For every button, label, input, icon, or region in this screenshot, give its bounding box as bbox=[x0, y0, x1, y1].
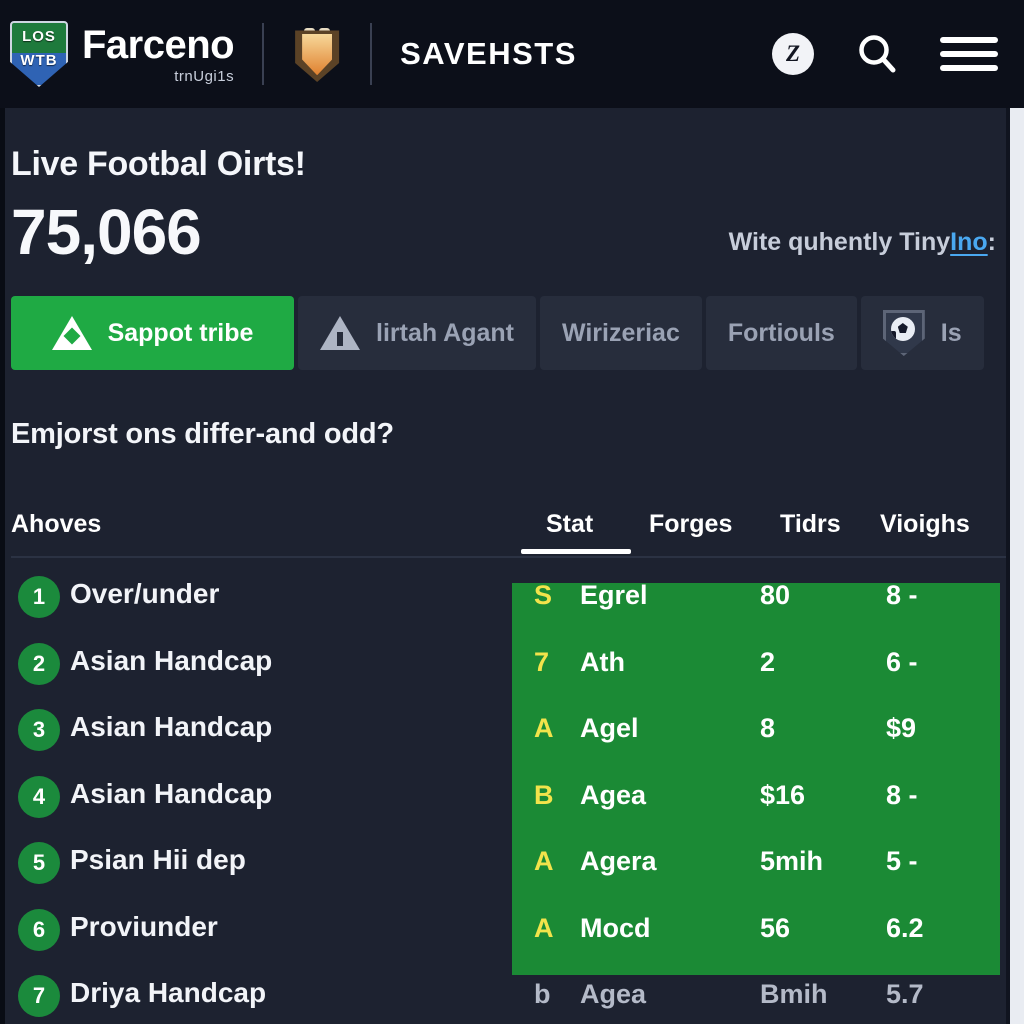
crest-emblem-icon bbox=[292, 26, 342, 82]
table-header: Ahoves Stat Forges Tidrs Vioighs bbox=[0, 500, 1024, 560]
shield-top-text: LOS bbox=[22, 28, 56, 45]
tab-is[interactable]: Is bbox=[860, 296, 984, 370]
stat-odds: 8 - bbox=[886, 779, 918, 810]
stat-value: 80 bbox=[760, 580, 791, 610]
avatar-initial: Z bbox=[785, 41, 801, 66]
header-section-label: SAVEHSTS bbox=[400, 36, 577, 71]
stat-row[interactable]: b Agea Bmih 5.7 bbox=[0, 965, 1024, 1024]
stat-value: 56 bbox=[760, 912, 791, 943]
stat-value: 5mih bbox=[760, 846, 824, 876]
stat-odds: 5.7 bbox=[886, 979, 924, 1009]
stat-odds: 5 - bbox=[886, 846, 918, 876]
header-divider-2 bbox=[370, 23, 373, 85]
stat-name: Agea bbox=[580, 979, 647, 1009]
frame-edge-left bbox=[0, 108, 5, 1024]
active-column-indicator bbox=[521, 549, 631, 554]
stat-odds: 6 - bbox=[886, 646, 918, 677]
stat-row[interactable]: A Agera 5mih 5 - bbox=[0, 832, 1024, 899]
hero-note-suffix: : bbox=[987, 228, 996, 256]
column-header-stat[interactable]: Stat bbox=[546, 510, 593, 539]
header-actions: Z bbox=[772, 29, 1024, 79]
stat-row[interactable]: B Agea $16 8 - bbox=[0, 766, 1024, 833]
shield-badge-icon: LOS WTB bbox=[10, 21, 68, 87]
stat-name: Agera bbox=[580, 846, 657, 876]
stats-grid: S Egrel 80 8 - 7 Ath 2 6 - A Agel 8 $9 B… bbox=[0, 566, 1024, 1024]
tab-label: Wirizeriac bbox=[561, 318, 680, 347]
stat-odds: $9 bbox=[886, 713, 917, 743]
tab-sappot-tribe[interactable]: Sappot tribe bbox=[11, 296, 294, 370]
stat-name: Agea bbox=[580, 779, 647, 810]
page-title: Live Footbal Oirts! bbox=[11, 145, 306, 183]
stat-value: 2 bbox=[760, 646, 776, 677]
hero-note: Wite quhently TinyIno: bbox=[729, 228, 996, 257]
site-header: LOS WTB Farceno trnUgi1s SAVEHSTS Z bbox=[0, 0, 1024, 108]
soccer-ball-shield-icon bbox=[882, 310, 925, 356]
table-header-rule bbox=[11, 556, 1011, 558]
avatar-icon[interactable]: Z bbox=[772, 33, 814, 75]
stat-value: $16 bbox=[760, 779, 806, 810]
section-heading: Emjorst ons differ-and odd? bbox=[11, 418, 394, 450]
stat-name: Agel bbox=[580, 713, 639, 743]
page-scrollbar[interactable] bbox=[1010, 108, 1024, 1024]
tab-fortiouls[interactable]: Fortiouls bbox=[705, 296, 857, 370]
brand-text: Farceno trnUgi1s bbox=[82, 22, 235, 85]
stat-code: A bbox=[534, 912, 554, 943]
triangle-peak-icon bbox=[51, 316, 92, 350]
stat-name: Ath bbox=[580, 646, 625, 677]
warning-triangle-icon bbox=[320, 316, 360, 350]
stat-name: Egrel bbox=[580, 580, 648, 610]
stat-odds: 8 - bbox=[886, 580, 918, 610]
filter-tab-bar: Sappot tribe lirtah Agant Wirizeriac For… bbox=[11, 296, 1024, 370]
hero-note-link[interactable]: Ino bbox=[950, 228, 988, 256]
stat-value: 8 bbox=[760, 713, 776, 743]
stat-value: Bmih bbox=[760, 979, 828, 1009]
stat-row[interactable]: A Agel 8 $9 bbox=[0, 699, 1024, 766]
tab-label: lirtah Agant bbox=[376, 318, 514, 347]
stat-code: A bbox=[534, 846, 554, 876]
tab-lirtah-agant[interactable]: lirtah Agant bbox=[298, 296, 536, 370]
stat-code: S bbox=[534, 580, 553, 610]
brand-tagline: trnUgi1s bbox=[174, 67, 235, 85]
tab-label: Fortiouls bbox=[727, 318, 835, 347]
column-header-ahoves[interactable]: Ahoves bbox=[11, 510, 101, 539]
stat-row[interactable]: S Egrel 80 8 - bbox=[0, 566, 1024, 633]
column-header-tidrs[interactable]: Tidrs bbox=[780, 510, 841, 539]
app-screen: LOS WTB Farceno trnUgi1s SAVEHSTS Z Live… bbox=[0, 0, 1024, 1024]
brand-name: Farceno bbox=[82, 22, 235, 67]
stat-code: b bbox=[534, 979, 551, 1009]
stat-row[interactable]: A Mocd 56 6.2 bbox=[0, 899, 1024, 966]
stat-odds: 6.2 bbox=[886, 912, 924, 943]
brand-block[interactable]: LOS WTB Farceno trnUgi1s bbox=[0, 21, 235, 87]
stat-code: A bbox=[534, 713, 554, 743]
column-header-forges[interactable]: Forges bbox=[649, 510, 732, 539]
header-divider-1 bbox=[262, 23, 265, 85]
stat-code: B bbox=[534, 779, 554, 810]
column-header-vioighs[interactable]: Vioighs bbox=[880, 510, 970, 539]
stat-name: Mocd bbox=[580, 912, 651, 943]
stat-row[interactable]: 7 Ath 2 6 - bbox=[0, 633, 1024, 700]
stat-code: 7 bbox=[534, 646, 550, 677]
hero-note-text: Wite quhently Tiny bbox=[728, 228, 951, 256]
hamburger-menu-icon[interactable] bbox=[940, 29, 998, 79]
tab-label: Sappot tribe bbox=[107, 318, 254, 347]
tab-wirizeriac[interactable]: Wirizeriac bbox=[539, 296, 702, 370]
tab-label: Is bbox=[940, 318, 962, 347]
live-count: 75,066 bbox=[11, 196, 202, 268]
search-icon[interactable] bbox=[854, 31, 900, 77]
shield-bottom-text: WTB bbox=[20, 52, 58, 69]
